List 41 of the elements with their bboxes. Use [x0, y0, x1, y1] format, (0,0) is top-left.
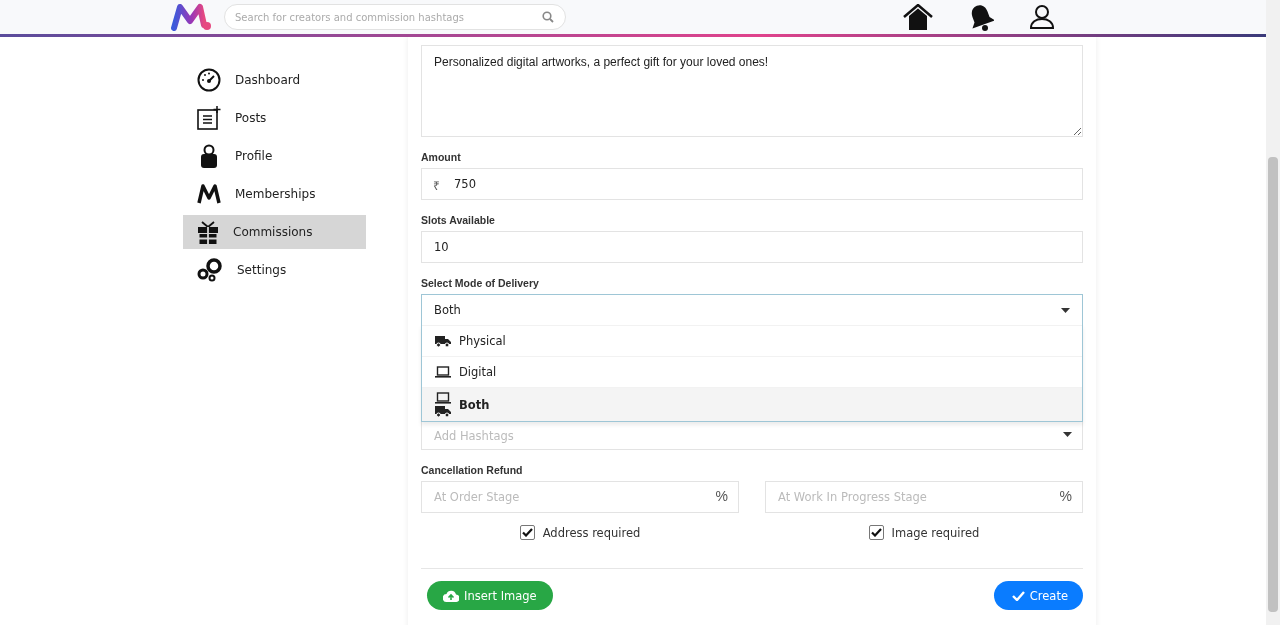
user-icon[interactable] [1029, 4, 1055, 30]
home-icon[interactable] [903, 4, 933, 30]
truck-icon [435, 335, 451, 347]
gift-icon [197, 220, 219, 244]
gears-icon [197, 258, 223, 282]
checkbox[interactable] [868, 525, 884, 540]
scrollbar[interactable] [1266, 0, 1280, 625]
document-plus-icon [197, 106, 221, 130]
field-label: Slots Available [421, 214, 496, 226]
search-icon[interactable] [542, 11, 554, 23]
cloud-upload-icon [443, 589, 459, 602]
checkbox-label: Address required [542, 525, 641, 540]
dropdown-option[interactable]: Physical [422, 325, 1082, 356]
sidebar-item[interactable]: Memberships [183, 177, 366, 211]
create-button[interactable]: Create [993, 581, 1083, 610]
caret-icon [1061, 307, 1070, 313]
sidebar-item[interactable]: Dashboard [183, 63, 366, 97]
field-label: Cancellation Refund [421, 464, 524, 476]
laptop-icon [435, 392, 451, 404]
search-field[interactable]: Search for creators and commission hashtags [224, 4, 566, 30]
logo-icon[interactable] [170, 3, 212, 31]
checkbox-label: Image required [891, 525, 980, 540]
percent-sign: % [1059, 488, 1072, 504]
description-field[interactable]: Personalized digital artworks, a perfect gift for your loved ones! [421, 45, 1083, 137]
checkbox[interactable] [519, 525, 535, 540]
checkmark-icon [1011, 590, 1025, 601]
speedometer-icon [197, 68, 221, 92]
sidebar-item[interactable]: Posts [183, 101, 366, 135]
sidebar-item[interactable]: Profile [183, 139, 366, 173]
dropdown-option[interactable]: Both [422, 387, 1082, 421]
percent-sign: % [715, 488, 728, 504]
truck-icon [435, 405, 451, 417]
laptop-icon [435, 366, 451, 378]
field-label: Select Mode of Delivery [421, 277, 540, 289]
field-label: Amount [421, 151, 462, 163]
sidebar-item[interactable]: Commissions [183, 215, 366, 249]
sidebar-item[interactable]: Settings [183, 253, 366, 287]
slots-field[interactable]: 10 [421, 231, 1083, 263]
caret-icon [1063, 432, 1072, 437]
currency-symbol: ₹ [433, 178, 440, 194]
letter-m-icon [197, 184, 221, 204]
